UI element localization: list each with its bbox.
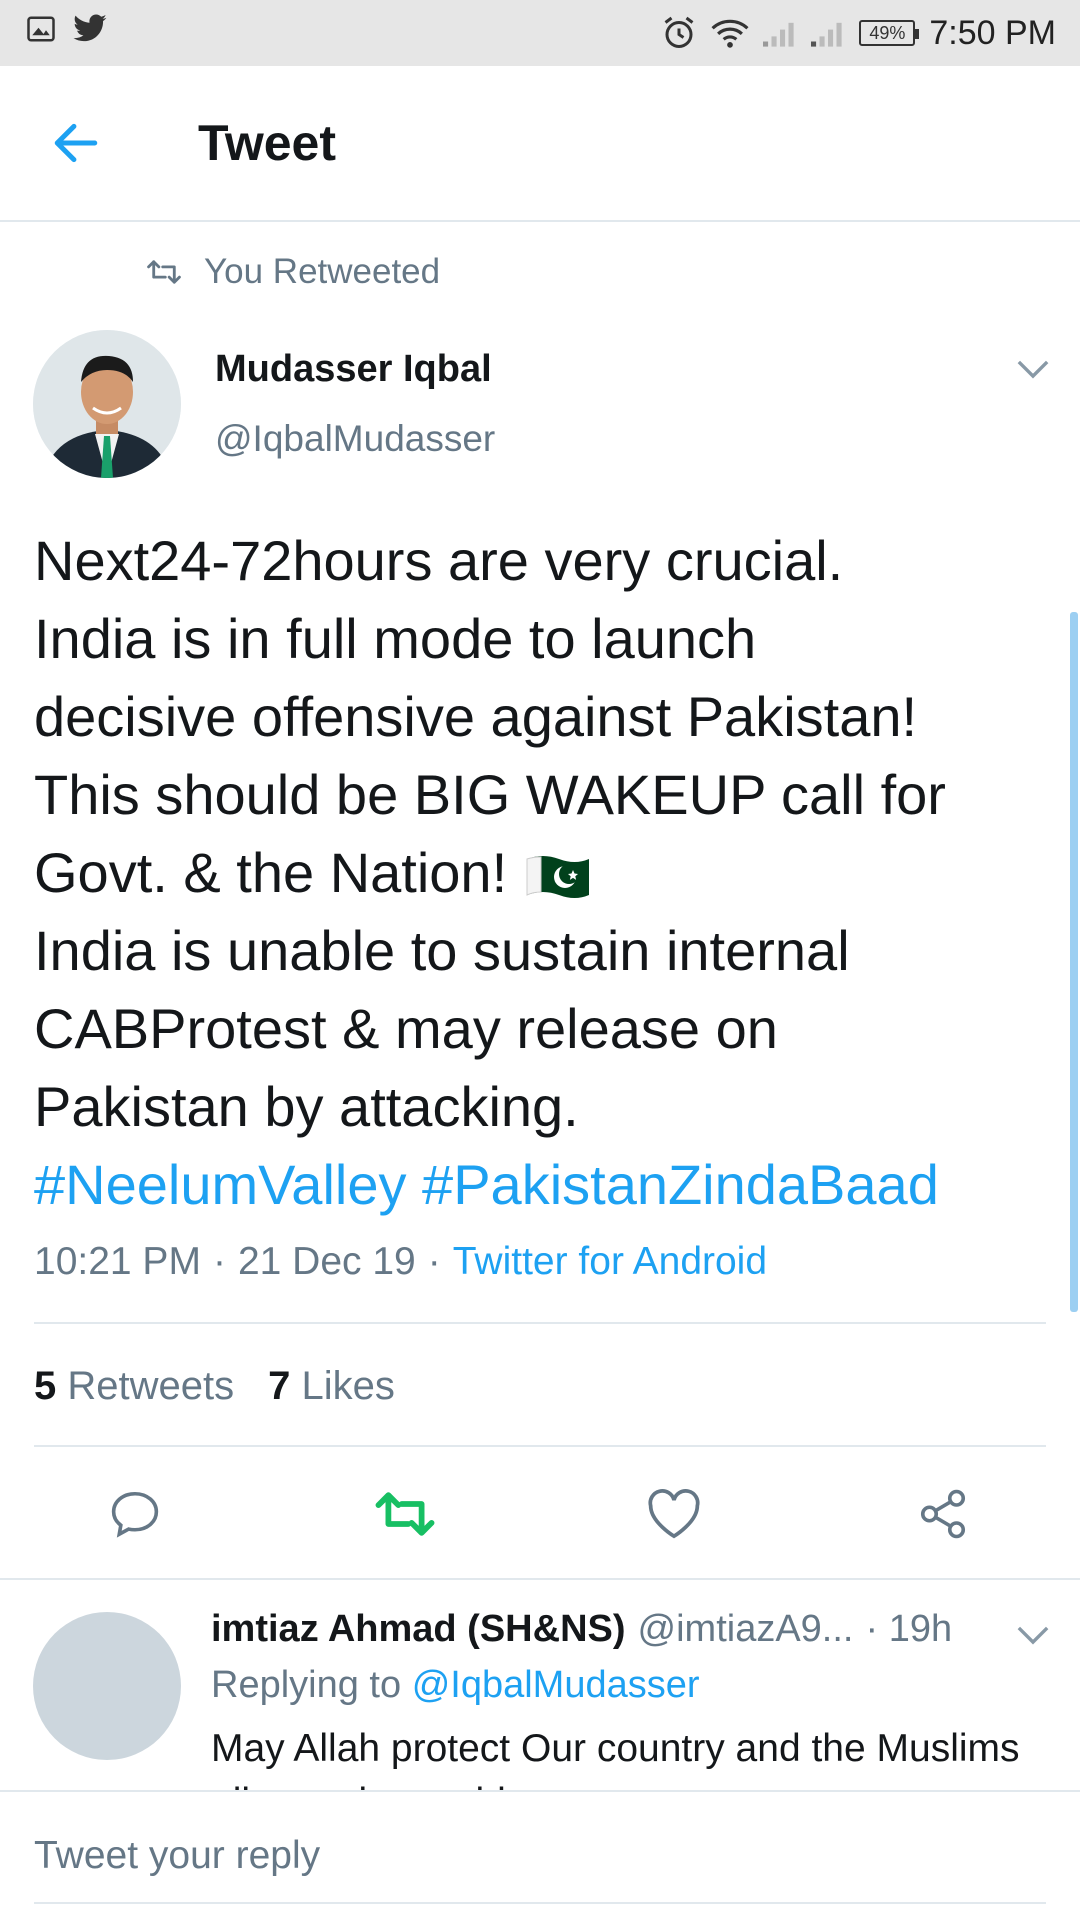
share-button[interactable] [903, 1474, 983, 1554]
tweet-line-text: Govt. & the Nation! [34, 841, 508, 904]
status-time: 7:50 PM [929, 13, 1056, 52]
likes-stat[interactable]: 7 Likes [268, 1364, 395, 1409]
retweets-count: 5 [34, 1364, 57, 1408]
tweet-date: 21 Dec 19 [237, 1240, 416, 1283]
reply-header: imtiaz Ahmad (SH&NS) @imtiazA9... · 19h [211, 1608, 952, 1651]
hashtag-link[interactable]: #NeelumValley [34, 1153, 406, 1216]
tweet-line: India is in full mode to launch [34, 607, 757, 670]
signal-icon [763, 22, 794, 47]
twitter-bird-icon [73, 14, 107, 42]
retweet-button[interactable] [365, 1474, 445, 1554]
tweet-line: Pakistan by attacking. [34, 1075, 579, 1138]
composer-underline [34, 1902, 1046, 1904]
hashtag-link[interactable]: #PakistanZindaBaad [422, 1153, 939, 1216]
reply-button[interactable] [95, 1474, 175, 1554]
tweet-line: Govt. & the Nation! [34, 834, 1034, 912]
retweets-label: Retweets [67, 1364, 235, 1408]
tweet-stats: 5 Retweets 7 Likes [34, 1364, 395, 1409]
status-right-icons: 49% 7:50 PM [661, 8, 1056, 58]
replying-to: Replying to @IqbalMudasser [211, 1664, 700, 1707]
tweet-line: This should be BIG WAKEUP call for [34, 763, 946, 826]
divider [34, 1445, 1046, 1447]
replying-label: Replying to [211, 1664, 402, 1706]
status-bar: 49% 7:50 PM [0, 0, 1080, 66]
reply-text: May Allah protect Our country and the Mu… [211, 1727, 1020, 1790]
wifi-icon [711, 19, 749, 48]
author-avatar[interactable] [33, 330, 181, 478]
tweet-line: Next24-72hours are very crucial. [34, 529, 844, 592]
gallery-icon [27, 16, 55, 42]
page-title: Tweet [198, 115, 336, 171]
chevron-down-icon[interactable] [1016, 1622, 1050, 1648]
tweet-line: India is unable to sustain internal [34, 919, 850, 982]
tweet-time: 10:21 PM [34, 1240, 201, 1283]
pakistan-flag-icon [526, 856, 589, 899]
tweet-source-link[interactable]: Twitter for Android [453, 1240, 767, 1284]
battery-indicator: 49% [859, 20, 920, 46]
reply-time: · 19h [865, 1608, 953, 1650]
retweet-icon [147, 260, 181, 284]
author-name[interactable]: Mudasser Iqbal [215, 348, 492, 391]
reply-author-handle[interactable]: @imtiazA9... [638, 1608, 854, 1651]
divider [34, 1322, 1046, 1324]
likes-label: Likes [301, 1364, 395, 1408]
scrollbar[interactable] [1070, 612, 1078, 1312]
tweet-actions [0, 1474, 1080, 1554]
divider [0, 1578, 1080, 1580]
chevron-down-icon[interactable] [1016, 356, 1050, 382]
reply-icon [111, 1491, 159, 1538]
signal-icon-2 [811, 22, 842, 47]
share-icon [920, 1489, 966, 1539]
tweet-text: Next24-72hours are very crucial. India i… [34, 522, 1034, 1224]
reply-author-name[interactable]: imtiaz Ahmad (SH&NS) [211, 1608, 626, 1651]
reply-avatar[interactable] [33, 1612, 181, 1760]
retweet-context-label: You Retweeted [204, 252, 441, 291]
retweet-icon [375, 1492, 435, 1536]
meta-separator: · [212, 1240, 226, 1283]
status-left-icons [26, 14, 108, 44]
tweet-line: CABProtest & may release on [34, 997, 778, 1060]
like-button[interactable] [634, 1474, 714, 1554]
alarm-icon [664, 16, 694, 48]
tweet-line: decisive offensive against Pakistan! [34, 685, 918, 748]
likes-count: 7 [268, 1364, 291, 1408]
author-handle[interactable]: @IqbalMudasser [215, 418, 495, 460]
app-header: Tweet [0, 66, 1080, 222]
hashtag-line: #NeelumValley #PakistanZindaBaad [34, 1146, 1034, 1224]
reply-input[interactable]: Tweet your reply [34, 1834, 320, 1878]
heart-icon [648, 1489, 700, 1539]
tweet-meta: 10:21 PM · 21 Dec 19 · Twitter for Andro… [34, 1240, 767, 1284]
retweet-context: You Retweeted [146, 252, 440, 292]
meta-separator: · [427, 1240, 441, 1283]
replying-to-handle[interactable]: @IqbalMudasser [412, 1664, 700, 1706]
back-arrow-icon[interactable] [50, 118, 102, 168]
retweets-stat[interactable]: 5 Retweets [34, 1364, 234, 1409]
reply-composer: Tweet your reply [0, 1790, 1080, 1922]
